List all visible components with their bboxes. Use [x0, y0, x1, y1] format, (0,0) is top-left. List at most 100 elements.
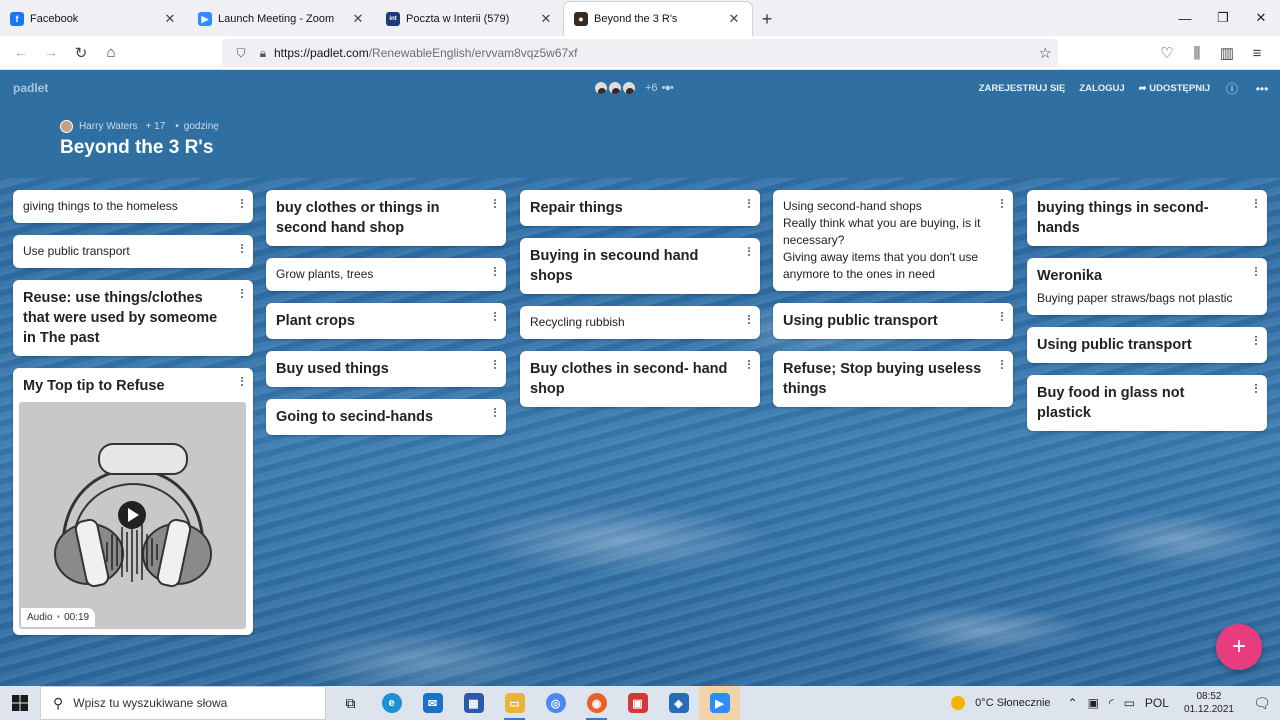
restore-button[interactable]: ❐: [1204, 0, 1242, 36]
padlet-post[interactable]: giving things to the homeless: [13, 190, 253, 223]
start-button[interactable]: [0, 686, 40, 720]
login-link[interactable]: ZALOGUJ: [1079, 83, 1124, 94]
post-menu-icon[interactable]: [744, 358, 754, 370]
chrome-icon[interactable]: ◎: [535, 686, 576, 720]
app-icon[interactable]: ◈: [658, 686, 699, 720]
file-explorer-icon[interactable]: ▭: [494, 686, 535, 720]
padlet-post[interactable]: Using public transport: [1027, 327, 1267, 363]
browser-tab[interactable]: int Poczta w Interii (579) ✕: [376, 2, 564, 36]
post-menu-icon[interactable]: [1251, 265, 1261, 277]
padlet-post[interactable]: Repair things: [520, 190, 760, 226]
collaborators[interactable]: +6 •●•: [593, 80, 674, 96]
padlet-post[interactable]: Going to secind-hands: [266, 399, 506, 435]
close-tab-icon[interactable]: ✕: [350, 11, 366, 27]
post-body: Use public transport: [23, 244, 130, 258]
padlet-post[interactable]: buying things in second-hands: [1027, 190, 1267, 246]
post-menu-icon[interactable]: [997, 358, 1007, 370]
lock-icon[interactable]: 🔒︎: [252, 46, 274, 61]
padlet-logo[interactable]: padlet: [13, 81, 48, 95]
post-menu-icon[interactable]: [237, 375, 247, 387]
post-menu-icon[interactable]: [1251, 197, 1261, 209]
battery-icon[interactable]: ▭: [1124, 696, 1135, 710]
language-indicator[interactable]: POL: [1145, 696, 1169, 710]
post-title: Going to secind-hands: [276, 409, 434, 425]
notifications-icon[interactable]: 🗨︎: [1244, 695, 1280, 712]
help-icon[interactable]: ⓘ: [1224, 80, 1240, 97]
add-post-button[interactable]: +: [1216, 624, 1262, 670]
signup-link[interactable]: ZAREJESTRUJ SIĘ: [979, 83, 1066, 94]
close-tab-icon[interactable]: ✕: [162, 11, 178, 27]
task-view-icon[interactable]: ⧉: [330, 686, 371, 720]
close-tab-icon[interactable]: ✕: [726, 11, 742, 27]
post-menu-icon[interactable]: [237, 242, 247, 254]
padlet-post[interactable]: Recycling rubbish: [520, 306, 760, 339]
padlet-post[interactable]: Buy food in glass not plastick: [1027, 375, 1267, 431]
pocket-icon[interactable]: ♡: [1152, 39, 1182, 67]
post-menu-icon[interactable]: [744, 245, 754, 257]
taskbar-search[interactable]: ⚲ Wpisz tu wyszukiwane słowa: [40, 686, 326, 720]
bookmark-star-icon[interactable]: ☆: [1039, 44, 1052, 62]
post-menu-icon[interactable]: [490, 406, 500, 418]
close-tab-icon[interactable]: ✕: [538, 11, 554, 27]
padlet-icon: ●: [574, 12, 588, 26]
browser-tab[interactable]: ▶ Launch Meeting - Zoom ✕: [188, 2, 376, 36]
store-icon[interactable]: ▦: [453, 686, 494, 720]
browser-tab[interactable]: ● Beyond the 3 R's ✕: [564, 2, 752, 36]
post-menu-icon[interactable]: [1251, 382, 1261, 394]
padlet-post[interactable]: Buying in secound hand shops: [520, 238, 760, 294]
post-menu-icon[interactable]: [744, 313, 754, 325]
more-icon[interactable]: •••: [1254, 82, 1270, 96]
address-bar[interactable]: ⛉ 🔒︎ https://padlet.com/RenewableEnglish…: [222, 39, 1058, 67]
minimize-button[interactable]: —: [1166, 0, 1204, 36]
gift-icon[interactable]: ▣: [617, 686, 658, 720]
padlet-post[interactable]: buy clothes or things in second hand sho…: [266, 190, 506, 246]
new-tab-button[interactable]: +: [752, 2, 782, 36]
weather-widget[interactable]: 0°C Słonecznie: [951, 696, 1051, 710]
clock[interactable]: 08:52 01.12.2021: [1184, 690, 1234, 716]
network-icon[interactable]: ◜: [1109, 696, 1114, 710]
padlet-post[interactable]: Buy used things: [266, 351, 506, 387]
sidebar-icon[interactable]: ▥: [1212, 39, 1242, 67]
post-menu-icon[interactable]: [490, 265, 500, 277]
padlet-post[interactable]: My Top tip to Refuse Audio • 00:19: [13, 368, 253, 635]
post-menu-icon[interactable]: [490, 197, 500, 209]
post-menu-icon[interactable]: [490, 310, 500, 322]
chevron-up-icon[interactable]: ⌃: [1068, 696, 1078, 710]
share-button[interactable]: ➦ UDOSTĘPNIJ: [1139, 83, 1210, 94]
firefox-icon[interactable]: ◉: [576, 686, 617, 720]
padlet-column: Repair things Buying in secound hand shop…: [520, 190, 760, 419]
post-menu-icon[interactable]: [237, 287, 247, 299]
post-menu-icon[interactable]: [1251, 334, 1261, 346]
padlet-post[interactable]: Refuse; Stop buying useless things: [773, 351, 1013, 407]
post-menu-icon[interactable]: [237, 197, 247, 209]
shield-icon[interactable]: ⛉: [230, 46, 252, 61]
padlet-post[interactable]: Use public transport: [13, 235, 253, 268]
padlet-post[interactable]: Weronika Buying paper straws/bags not pla…: [1027, 258, 1267, 315]
padlet-post[interactable]: Using public transport: [773, 303, 1013, 339]
mail-icon[interactable]: ✉: [412, 686, 453, 720]
padlet-post[interactable]: Plant crops: [266, 303, 506, 339]
back-button[interactable]: ←: [6, 39, 36, 67]
menu-icon[interactable]: ≡: [1242, 39, 1272, 67]
padlet-post[interactable]: Using second-hand shops Really think wha…: [773, 190, 1013, 291]
library-icon[interactable]: ⫼: [1182, 39, 1212, 67]
close-window-button[interactable]: ✕: [1242, 0, 1280, 36]
padlet-post[interactable]: Reuse: use things/clothes that were used…: [13, 280, 253, 356]
post-menu-icon[interactable]: [997, 310, 1007, 322]
meet-icon[interactable]: ▣: [1088, 696, 1099, 710]
author-name[interactable]: Harry Waters: [79, 121, 138, 132]
post-menu-icon[interactable]: [997, 197, 1007, 209]
padlet-post[interactable]: Grow plants, trees: [266, 258, 506, 291]
reload-button[interactable]: ↻: [66, 39, 96, 67]
author-avatar: [60, 120, 73, 133]
forward-button[interactable]: →: [36, 39, 66, 67]
post-menu-icon[interactable]: [744, 197, 754, 209]
post-menu-icon[interactable]: [490, 358, 500, 370]
system-tray: 0°C Słonecznie ⌃ ▣ ◜ ▭ POL 08:52 01.12.2…: [951, 686, 1280, 720]
home-button[interactable]: ⌂: [96, 39, 126, 67]
padlet-post[interactable]: Buy clothes in second- hand shop: [520, 351, 760, 407]
audio-attachment[interactable]: Audio • 00:19: [19, 402, 246, 629]
edge-icon[interactable]: e: [371, 686, 412, 720]
browser-tab[interactable]: f Facebook ✕: [0, 2, 188, 36]
zoom-taskbar-icon[interactable]: ▶: [699, 686, 740, 720]
